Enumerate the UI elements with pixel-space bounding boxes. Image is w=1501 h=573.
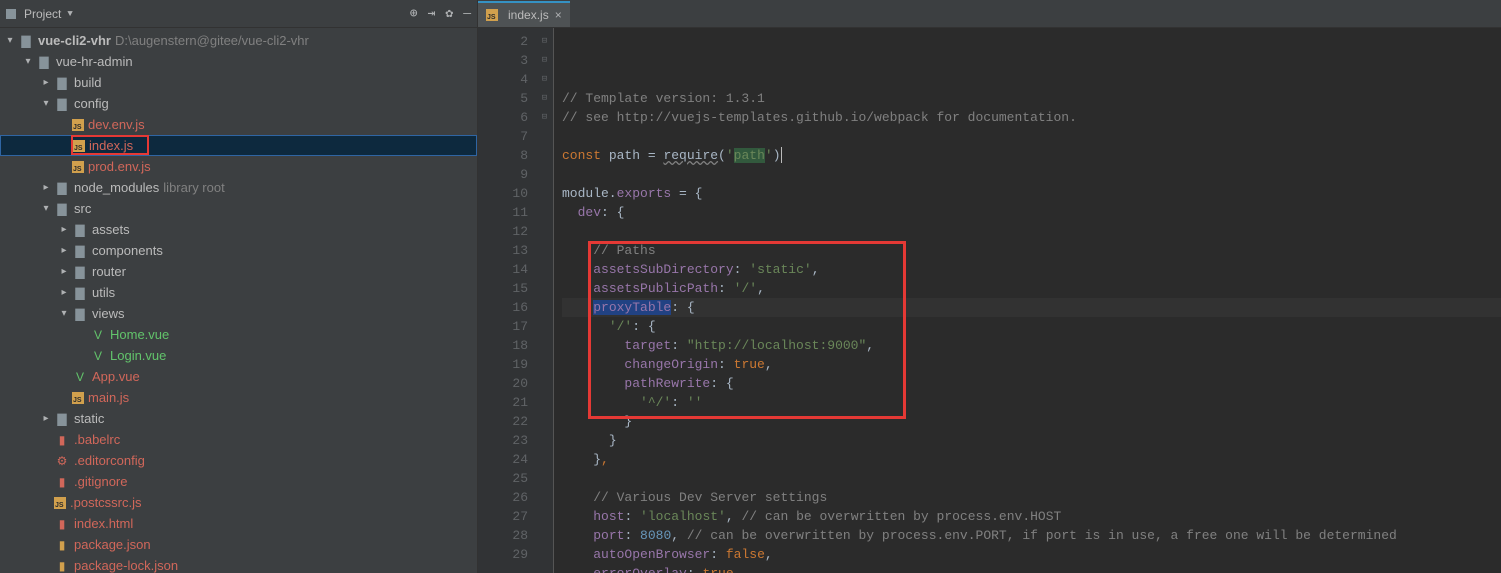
locate-icon[interactable]: ⊕ (410, 6, 418, 21)
tree-item-index-js[interactable]: JS index.js (0, 135, 477, 156)
tree-item-babelrc[interactable]: ▮ .babelrc (0, 429, 477, 450)
chevron-right-icon[interactable]: ▸ (38, 182, 54, 193)
js-file-icon: JS (72, 392, 84, 404)
project-title[interactable]: Project (24, 7, 61, 21)
tree-item-index-html[interactable]: ▮ index.html (0, 513, 477, 534)
tree-item-package-json[interactable]: ▮ package.json (0, 534, 477, 555)
tree-item-home-vue[interactable]: V Home.vue (0, 324, 477, 345)
gear-icon[interactable]: ✿ (445, 6, 453, 21)
dropdown-arrow-icon[interactable]: ▼ (67, 9, 72, 19)
folder-icon: ▇ (36, 55, 52, 69)
chevron-right-icon[interactable]: ▸ (56, 287, 72, 298)
hide-icon[interactable]: — (463, 6, 471, 21)
chevron-right-icon[interactable]: ▸ (56, 266, 72, 277)
tree-item-assets[interactable]: ▸ ▇ assets (0, 219, 477, 240)
folder-icon: ▇ (72, 244, 88, 258)
editor-area: JS index.js × 23456789101112131415161718… (478, 0, 1501, 573)
tree-item-main-js[interactable]: JS main.js (0, 387, 477, 408)
vue-file-icon: V (90, 328, 106, 342)
tree-item-vue-hr-admin[interactable]: ▾ ▇ vue-hr-admin (0, 51, 477, 72)
folder-icon: ▇ (54, 181, 70, 195)
tree-root[interactable]: ▾ ▇ vue-cli2-vhr D:\augenstern@gitee/vue… (0, 30, 477, 51)
tree-item-utils[interactable]: ▸ ▇ utils (0, 282, 477, 303)
folder-icon: ▇ (54, 202, 70, 216)
sidebar-toolbar: Project ▼ ⊕ ⇥ ✿ — (0, 0, 477, 28)
gear-file-icon: ⚙ (54, 454, 70, 468)
chevron-right-icon[interactable]: ▸ (38, 77, 54, 88)
json-file-icon: ▮ (54, 538, 70, 552)
tree-item-build[interactable]: ▸ ▇ build (0, 72, 477, 93)
folder-icon: ▇ (54, 76, 70, 90)
tree-item-config[interactable]: ▾ ▇ config (0, 93, 477, 114)
tree-item-components[interactable]: ▸ ▇ components (0, 240, 477, 261)
chevron-down-icon[interactable]: ▾ (56, 308, 72, 319)
chevron-right-icon[interactable]: ▸ (38, 413, 54, 424)
js-file-icon: JS (486, 9, 498, 21)
chevron-down-icon[interactable]: ▾ (2, 35, 18, 46)
project-tree[interactable]: ▾ ▇ vue-cli2-vhr D:\augenstern@gitee/vue… (0, 28, 477, 573)
line-number-gutter: 2345678910111213141516171819202122232425… (478, 28, 536, 573)
chevron-down-icon[interactable]: ▾ (20, 56, 36, 67)
chevron-down-icon[interactable]: ▾ (38, 98, 54, 109)
json-file-icon: ▮ (54, 559, 70, 573)
editor-tabs: JS index.js × (478, 0, 1501, 28)
project-sidebar: Project ▼ ⊕ ⇥ ✿ — ▾ ▇ vue-cli2-vhr D:\au… (0, 0, 478, 573)
folder-icon: ▇ (54, 97, 70, 111)
tree-item-postcssrc[interactable]: JS .postcssrc.js (0, 492, 477, 513)
tree-item-router[interactable]: ▸ ▇ router (0, 261, 477, 282)
chevron-right-icon[interactable]: ▸ (56, 245, 72, 256)
tree-item-editorconfig[interactable]: ⚙ .editorconfig (0, 450, 477, 471)
html-file-icon: ▮ (54, 517, 70, 531)
tree-item-static[interactable]: ▸ ▇ static (0, 408, 477, 429)
folder-icon: ▇ (72, 223, 88, 237)
chevron-down-icon[interactable]: ▾ (38, 203, 54, 214)
tree-item-src[interactable]: ▾ ▇ src (0, 198, 477, 219)
tab-label: index.js (508, 8, 549, 22)
js-file-icon: JS (72, 119, 84, 131)
folder-icon: ▇ (18, 34, 34, 48)
tree-item-views[interactable]: ▾ ▇ views (0, 303, 477, 324)
project-icon (6, 9, 16, 19)
folder-icon: ▇ (72, 265, 88, 279)
code-editor[interactable]: 2345678910111213141516171819202122232425… (478, 28, 1501, 573)
close-icon[interactable]: × (555, 8, 562, 22)
folder-icon: ▇ (72, 286, 88, 300)
tree-item-gitignore[interactable]: ▮ .gitignore (0, 471, 477, 492)
file-icon: ▮ (54, 475, 70, 489)
vue-file-icon: V (90, 349, 106, 363)
tree-item-node-modules[interactable]: ▸ ▇ node_modules library root (0, 177, 477, 198)
tab-index-js[interactable]: JS index.js × (478, 1, 570, 27)
folder-icon: ▇ (72, 307, 88, 321)
tree-item-package-lock[interactable]: ▮ package-lock.json (0, 555, 477, 573)
code-content[interactable]: // Template version: 1.3.1// see http://… (554, 28, 1501, 573)
tree-item-dev-env[interactable]: JS dev.env.js (0, 114, 477, 135)
vue-file-icon: V (72, 370, 88, 384)
tree-item-app-vue[interactable]: V App.vue (0, 366, 477, 387)
folder-icon: ▇ (54, 412, 70, 426)
tree-item-login-vue[interactable]: V Login.vue (0, 345, 477, 366)
js-file-icon: JS (72, 161, 84, 173)
tree-item-prod-env[interactable]: JS prod.env.js (0, 156, 477, 177)
expand-icon[interactable]: ⇥ (428, 6, 436, 21)
file-icon: ▮ (54, 433, 70, 447)
chevron-right-icon[interactable]: ▸ (56, 224, 72, 235)
js-file-icon: JS (54, 497, 66, 509)
fold-gutter[interactable]: ⊟⊟⊟⊟⊟ (536, 28, 554, 573)
